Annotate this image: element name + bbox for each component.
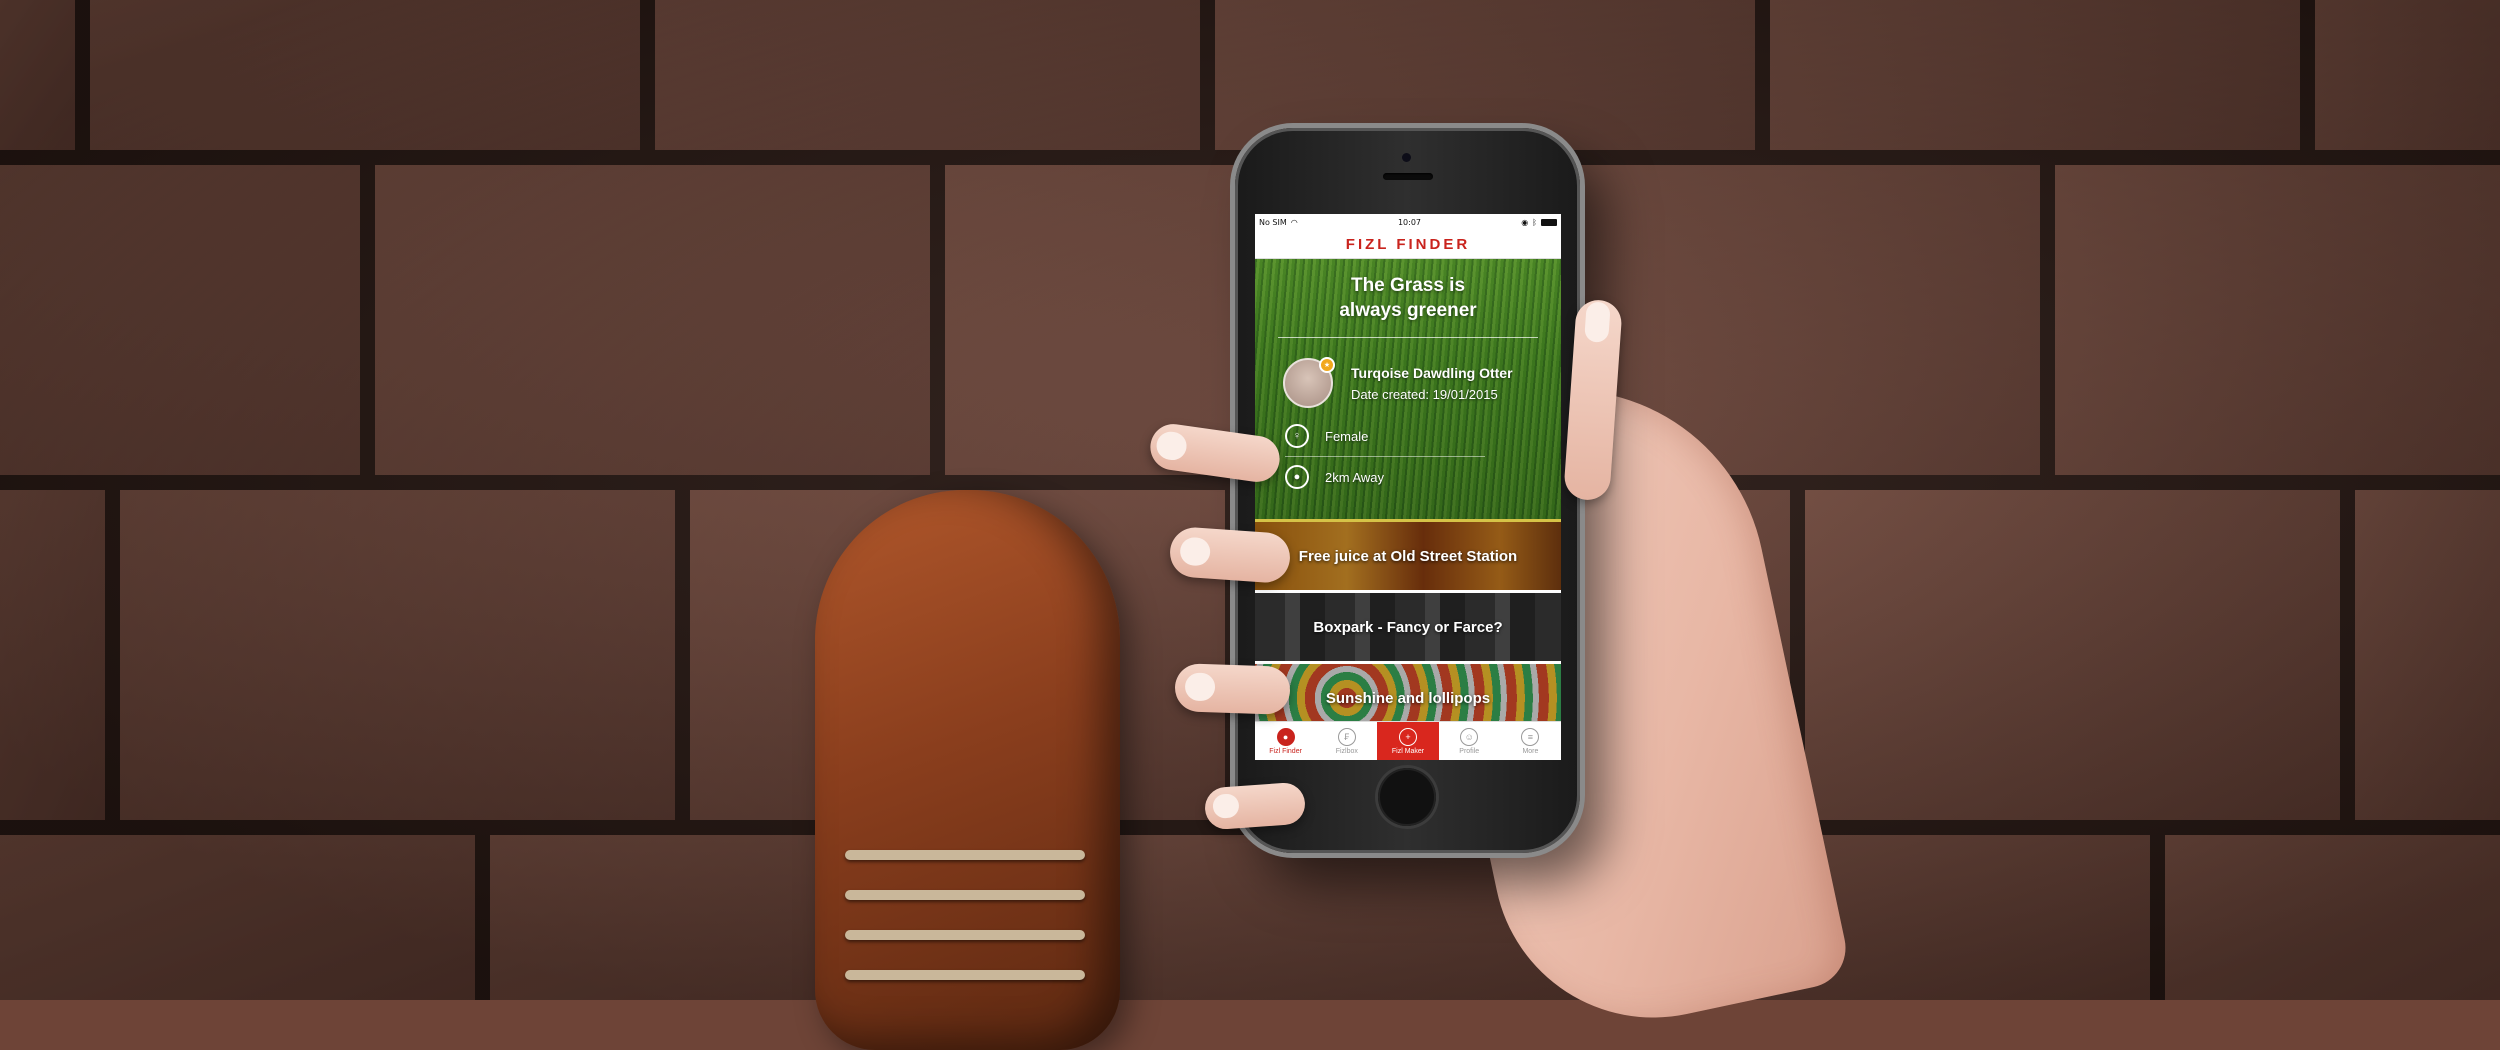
gender-label: Female [1325,428,1369,444]
lock-rotation-icon: ◉ [1521,217,1529,227]
tab-label: Fizl Maker [1391,747,1425,755]
gender-row: ♀ Female [1255,416,1561,456]
brown-shoe [815,490,1120,1050]
finger [1203,781,1307,831]
tab-bar: ● Fizl Finder ₣ Fizlbox + Fizl Maker ☺ P… [1255,721,1561,760]
fizl-detail-hero[interactable]: The Grass is always greener ★ Turqoise D… [1255,259,1561,519]
fizl-card[interactable]: Free juice at Old Street Station [1255,519,1561,590]
thumbnail [1584,301,1611,343]
earpiece-speaker [1383,173,1433,180]
fingernail [1212,793,1240,819]
phone-screen: No SIM ◠ 10:07 ◉ ᛒ FIZL FINDER The Grass… [1255,214,1561,760]
plus-icon: + [1399,727,1417,746]
home-button[interactable] [1378,768,1436,826]
profile-icon: ☺ [1460,727,1479,746]
author-row[interactable]: ★ Turqoise Dawdling Otter Date created: … [1255,338,1561,408]
author-name: Turqoise Dawdling Otter [1351,364,1513,381]
distance-row: ● 2km Away [1255,457,1561,497]
bluetooth-icon: ᛒ [1532,217,1537,227]
status-time: 10:07 [1397,217,1421,227]
tab-more[interactable]: ≡ More [1500,722,1561,760]
distance-label: 2km Away [1325,469,1385,485]
shoe-lace [845,850,1085,860]
tab-label: Fizl Finder [1269,747,1302,755]
front-camera [1402,153,1411,162]
wifi-icon: ◠ [1290,217,1298,227]
tab-profile[interactable]: ☺ Profile [1439,722,1500,760]
fizl-card[interactable]: Boxpark - Fancy or Farce? [1255,590,1561,661]
tab-fizl-maker[interactable]: + Fizl Maker [1377,722,1439,760]
fizl-card-title: Sunshine and lollipops [1325,689,1491,707]
battery-icon [1540,218,1557,226]
fizlbox-icon: ₣ [1337,727,1356,746]
fingernail [1184,672,1216,702]
app-title: FIZL FINDER [1255,230,1561,259]
tab-label: Profile [1459,747,1480,755]
fingernail [1154,429,1189,462]
tab-label: Fizlbox [1335,747,1358,755]
status-bar: No SIM ◠ 10:07 ◉ ᛒ [1255,214,1561,230]
shoe-lace [845,930,1085,940]
tab-fizlbox[interactable]: ₣ Fizlbox [1316,722,1377,760]
location-pin-icon: ● [1285,465,1309,489]
fizl-card-title: Boxpark - Fancy or Farce? [1313,618,1503,636]
finger [1168,525,1292,585]
menu-icon: ≡ [1521,727,1540,746]
date-created: Date created: 19/01/2015 [1351,386,1498,402]
tab-fizl-finder[interactable]: ● Fizl Finder [1255,722,1316,760]
smartphone: No SIM ◠ 10:07 ◉ ᛒ FIZL FINDER The Grass… [1235,128,1580,853]
tab-label: More [1522,747,1539,755]
finger [1174,663,1291,715]
female-icon: ♀ [1285,424,1309,448]
shoe-lace [845,890,1085,900]
avatar[interactable]: ★ [1283,357,1335,408]
fingernail [1179,536,1212,567]
map-pin-icon: ● [1276,727,1295,746]
star-badge-icon: ★ [1319,357,1335,373]
fizl-title: The Grass is always greener [1339,275,1477,321]
fizl-card-title: Free juice at Old Street Station [1298,547,1518,565]
shoe-lace [845,970,1085,980]
carrier-label: No SIM [1259,217,1287,227]
